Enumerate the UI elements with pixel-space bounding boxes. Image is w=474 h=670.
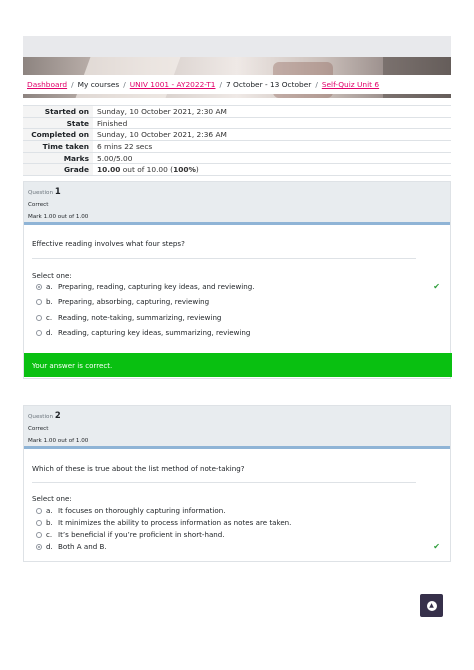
radio-button[interactable]	[36, 519, 42, 526]
breadcrumb-dashboard[interactable]: Dashboard	[27, 80, 67, 89]
breadcrumb-separator: /	[315, 80, 318, 89]
option-text: Reading, note-taking, summarizing, revie…	[58, 313, 222, 322]
option-text: It minimizes the ability to process info…	[58, 518, 292, 527]
summary-value: Sunday, 10 October 2021, 2:36 AM	[93, 128, 451, 141]
divider	[32, 482, 416, 483]
question-number: 1	[54, 186, 61, 196]
option-letter: a.	[46, 506, 53, 515]
summary-row-started: Started on Sunday, 10 October 2021, 2:30…	[23, 105, 451, 118]
breadcrumb-week[interactable]: 7 October - 13 October	[226, 80, 311, 89]
answer-option-c[interactable]: c. It’s beneficial if you’re proficient …	[36, 530, 225, 539]
option-text: It’s beneficial if you’re proficient in …	[58, 530, 225, 539]
divider	[32, 258, 416, 259]
breadcrumb-separator: /	[123, 80, 126, 89]
answer-option-d[interactable]: d. Both A and B.	[36, 542, 107, 551]
summary-key: Completed on	[23, 128, 93, 141]
select-one-label: Select one:	[32, 494, 72, 503]
question-state: Correct	[28, 202, 49, 208]
summary-row-time: Time taken 6 mins 22 secs	[23, 140, 451, 153]
breadcrumb-quiz[interactable]: Self-Quiz Unit 6	[322, 80, 379, 89]
breadcrumb-my-courses[interactable]: My courses	[78, 80, 120, 89]
breadcrumb: Dashboard / My courses / UNIV 1001 - AY2…	[23, 75, 451, 94]
check-icon: ✔	[433, 542, 440, 551]
summary-row-completed: Completed on Sunday, 10 October 2021, 2:…	[23, 128, 451, 141]
select-one-label: Select one:	[32, 271, 72, 280]
radio-button[interactable]	[36, 298, 42, 305]
feedback-correct: Your answer is correct.	[24, 353, 452, 377]
option-text: Preparing, reading, capturing key ideas,…	[58, 282, 255, 291]
check-icon: ✔	[433, 282, 440, 291]
option-letter: b.	[46, 297, 53, 306]
option-text: Reading, capturing key ideas, summarizin…	[58, 328, 251, 337]
summary-value: 5.00/5.00	[93, 151, 451, 164]
grade-close: )	[195, 165, 199, 175]
summary-value: Sunday, 10 October 2021, 2:30 AM	[93, 105, 451, 118]
radio-button[interactable]	[36, 314, 42, 321]
summary-row-marks: Marks 5.00/5.00	[23, 151, 451, 164]
summary-key: Grade	[23, 163, 93, 177]
radio-button[interactable]	[36, 329, 42, 336]
option-text: It focuses on thoroughly capturing infor…	[58, 506, 226, 515]
option-letter: a.	[46, 282, 53, 291]
summary-row-grade: Grade 10.00 out of 10.00 (100%)	[23, 163, 451, 177]
question-2: Question 2 Correct Mark 1.00 out of 1.00…	[23, 405, 451, 562]
option-text: Preparing, absorbing, capturing, reviewi…	[58, 297, 210, 306]
question-label: Question	[28, 190, 54, 196]
option-letter: d.	[46, 328, 53, 337]
answer-option-a[interactable]: a. Preparing, reading, capturing key ide…	[36, 282, 255, 291]
arrow-up-icon: ▲	[426, 600, 437, 611]
question-number: 2	[54, 410, 61, 420]
option-letter: d.	[46, 542, 53, 551]
radio-button-selected[interactable]	[36, 543, 42, 550]
summary-key: Marks	[23, 151, 93, 164]
attempt-summary-table: Started on Sunday, 10 October 2021, 2:30…	[23, 105, 451, 177]
summary-key: Started on	[23, 105, 93, 118]
answer-option-b[interactable]: b. It minimizes the ability to process i…	[36, 518, 291, 527]
summary-value: 6 mins 22 secs	[93, 140, 451, 153]
answer-option-c[interactable]: c. Reading, note-taking, summarizing, re…	[36, 313, 221, 322]
summary-value: Finished	[93, 116, 451, 129]
option-letter: b.	[46, 518, 53, 527]
summary-value: 10.00 out of 10.00 (100%)	[93, 163, 451, 177]
question-text: Effective reading involves what four ste…	[32, 239, 185, 248]
question-1: Question 1 Correct Mark 1.00 out of 1.00…	[23, 181, 452, 379]
answer-option-b[interactable]: b. Preparing, absorbing, capturing, revi…	[36, 297, 209, 306]
summary-row-state: State Finished	[23, 116, 451, 129]
radio-button-selected[interactable]	[36, 283, 42, 290]
radio-button[interactable]	[36, 507, 42, 514]
summary-key: Time taken	[23, 140, 93, 153]
answer-option-a[interactable]: a. It focuses on thoroughly capturing in…	[36, 506, 225, 515]
breadcrumb-course[interactable]: UNIV 1001 - AY2022-T1	[130, 80, 216, 89]
question-info: Question 2 Correct Mark 1.00 out of 1.00	[24, 406, 450, 446]
question-text: Which of these is true about the list me…	[32, 464, 245, 473]
header-band	[23, 36, 451, 57]
grade-out-of: out of 10.00 (	[120, 165, 174, 175]
question-label: Question	[28, 414, 54, 420]
radio-button[interactable]	[36, 531, 42, 538]
breadcrumb-separator: /	[219, 80, 222, 89]
summary-key: State	[23, 116, 93, 129]
grade-percent: 100%	[173, 165, 196, 175]
option-letter: c.	[46, 530, 53, 539]
option-text: Both A and B.	[58, 542, 107, 551]
option-letter: c.	[46, 313, 53, 322]
answer-option-d[interactable]: d. Reading, capturing key ideas, summari…	[36, 328, 250, 337]
question-state: Correct	[28, 426, 49, 432]
question-info: Question 1 Correct Mark 1.00 out of 1.00	[24, 182, 450, 222]
grade-score: 10.00	[97, 165, 121, 175]
breadcrumb-separator: /	[71, 80, 74, 89]
back-to-top-button[interactable]: ▲	[420, 594, 443, 617]
